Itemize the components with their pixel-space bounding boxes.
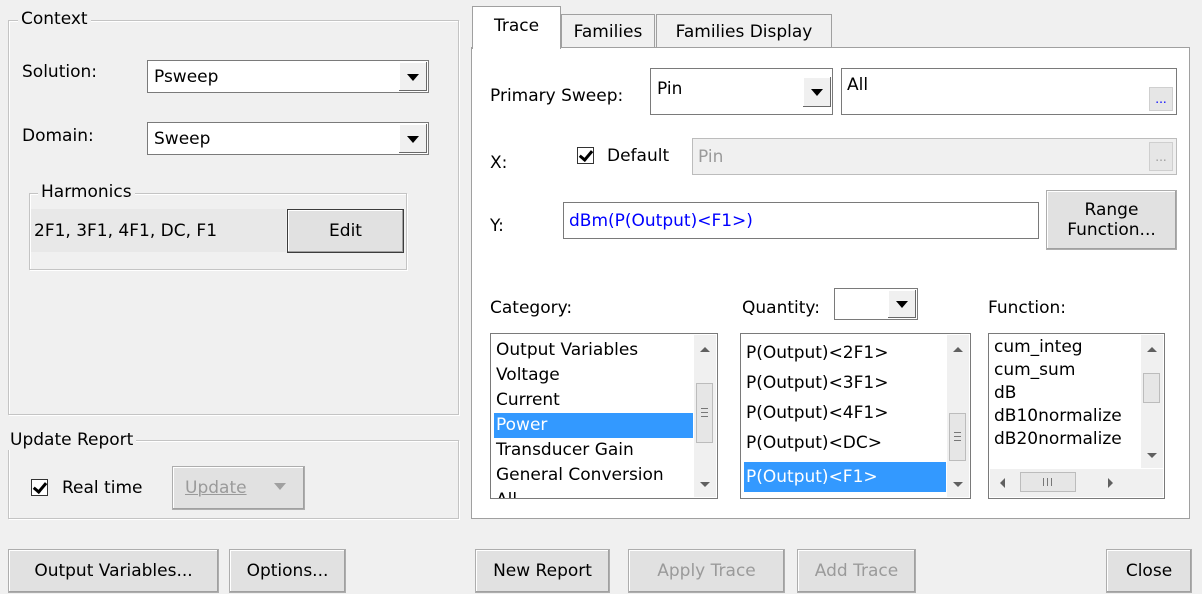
- function-vscrollbar[interactable]: [1141, 335, 1163, 468]
- list-item[interactable]: P(Output)<2F1>: [744, 338, 946, 368]
- y-field[interactable]: dBm(P(Output)<F1>): [563, 202, 1039, 239]
- scroll-up-icon[interactable]: [1141, 339, 1163, 361]
- quantity-scrollbar[interactable]: [947, 335, 969, 497]
- chevron-down-icon[interactable]: [398, 124, 427, 153]
- domain-select[interactable]: Sweep: [147, 122, 429, 155]
- list-item[interactable]: General Conversion: [494, 463, 693, 488]
- chevron-down-icon[interactable]: [887, 290, 916, 318]
- list-item[interactable]: Transducer Gain: [494, 438, 693, 463]
- harmonics-group-title: Harmonics: [38, 182, 135, 202]
- solution-select[interactable]: Psweep: [147, 60, 429, 93]
- scroll-left-icon[interactable]: [1000, 478, 1005, 488]
- scroll-thumb[interactable]: [696, 383, 713, 443]
- primary-sweep-range-value: All: [847, 75, 869, 95]
- primary-sweep-value: Pin: [657, 79, 683, 99]
- x-value: Pin: [698, 146, 724, 167]
- list-item[interactable]: Current: [494, 388, 693, 413]
- quantity-label: Quantity:: [742, 298, 820, 318]
- function-list[interactable]: cum_integ cum_sum dB dB10normalize dB20n…: [988, 333, 1165, 499]
- range-function-line2: Function...: [1067, 220, 1156, 240]
- list-item[interactable]: cum_sum: [992, 359, 1140, 382]
- harmonics-value: 2F1, 3F1, 4F1, DC, F1: [34, 220, 218, 241]
- new-report-button[interactable]: New Report: [475, 549, 610, 593]
- harmonics-value-field: 2F1, 3F1, 4F1, DC, F1: [31, 209, 286, 252]
- function-label: Function:: [988, 298, 1067, 318]
- primary-sweep-ellipsis-button[interactable]: ...: [1149, 87, 1173, 111]
- quantity-filter-select[interactable]: [834, 288, 918, 320]
- scroll-up-icon[interactable]: [947, 339, 969, 361]
- close-button[interactable]: Close: [1106, 549, 1192, 593]
- domain-value: Sweep: [154, 128, 211, 149]
- list-item[interactable]: dB20normalize: [992, 428, 1140, 451]
- list-item-selected[interactable]: P(Output)<F1>: [744, 462, 946, 492]
- context-group-title: Context: [18, 9, 91, 29]
- list-item[interactable]: P(Output)<3F1>: [744, 368, 946, 398]
- function-hscrollbar[interactable]: [990, 469, 1163, 497]
- list-item[interactable]: All: [494, 488, 693, 498]
- scroll-down-icon[interactable]: [947, 473, 969, 495]
- primary-sweep-range-field[interactable]: All ...: [841, 68, 1177, 115]
- x-field: Pin ...: [692, 138, 1177, 175]
- list-item[interactable]: Voltage: [494, 363, 693, 388]
- domain-label: Domain:: [22, 126, 94, 146]
- tab-trace[interactable]: Trace: [472, 6, 561, 49]
- quantity-list[interactable]: P(Output)<2F1> P(Output)<3F1> P(Output)<…: [740, 333, 971, 499]
- y-value: dBm(P(Output)<F1>): [569, 210, 753, 231]
- primary-sweep-label: Primary Sweep:: [490, 86, 624, 106]
- tab-families-display[interactable]: Families Display: [656, 14, 832, 48]
- scroll-down-icon[interactable]: [1141, 444, 1163, 466]
- list-item[interactable]: P(Output)<4F1>: [744, 398, 946, 428]
- category-label: Category:: [490, 298, 573, 318]
- category-scrollbar[interactable]: [694, 335, 716, 497]
- checkmark-icon: [578, 146, 594, 163]
- list-item[interactable]: dB10normalize: [992, 405, 1140, 428]
- primary-sweep-select[interactable]: Pin: [650, 68, 833, 115]
- solution-label: Solution:: [22, 62, 97, 82]
- realtime-label: Real time: [62, 478, 143, 498]
- scroll-thumb[interactable]: [1143, 373, 1160, 403]
- update-label: Update: [185, 478, 247, 498]
- x-default-label: Default: [607, 146, 670, 166]
- chevron-down-icon[interactable]: [398, 62, 427, 91]
- x-ellipsis-button: ...: [1149, 142, 1173, 171]
- scroll-right-icon[interactable]: [1108, 478, 1113, 488]
- harmonics-edit-button[interactable]: Edit: [287, 209, 404, 253]
- scroll-thumb[interactable]: [1020, 472, 1076, 492]
- list-item[interactable]: Output Variables: [494, 338, 693, 363]
- scroll-down-icon[interactable]: [694, 473, 716, 495]
- category-list[interactable]: Output Variables Voltage Current Power T…: [490, 333, 718, 499]
- scroll-thumb[interactable]: [949, 413, 966, 461]
- update-button[interactable]: Update: [172, 466, 305, 510]
- list-item[interactable]: dB: [992, 382, 1140, 405]
- add-trace-button[interactable]: Add Trace: [797, 549, 916, 593]
- output-variables-button[interactable]: Output Variables...: [8, 549, 219, 593]
- x-label: X:: [490, 153, 508, 173]
- y-label: Y:: [490, 216, 504, 236]
- range-function-line1: Range: [1084, 200, 1139, 220]
- x-default-checkbox[interactable]: [577, 146, 594, 164]
- solution-value: Psweep: [154, 66, 219, 87]
- apply-trace-button[interactable]: Apply Trace: [628, 549, 785, 593]
- update-report-title: Update Report: [7, 430, 137, 450]
- realtime-checkbox[interactable]: [31, 478, 48, 496]
- list-item[interactable]: P(Output)<DC>: [744, 428, 946, 458]
- list-item[interactable]: cum_integ: [992, 336, 1140, 359]
- options-button[interactable]: Options...: [229, 549, 346, 593]
- chevron-down-icon[interactable]: [802, 77, 831, 107]
- checkmark-icon: [32, 478, 48, 495]
- scroll-up-icon[interactable]: [694, 339, 716, 361]
- tab-families[interactable]: Families: [561, 14, 655, 48]
- list-item-selected[interactable]: Power: [494, 413, 693, 438]
- dropdown-arrow-icon: [274, 483, 286, 490]
- range-function-button[interactable]: Range Function...: [1046, 190, 1177, 250]
